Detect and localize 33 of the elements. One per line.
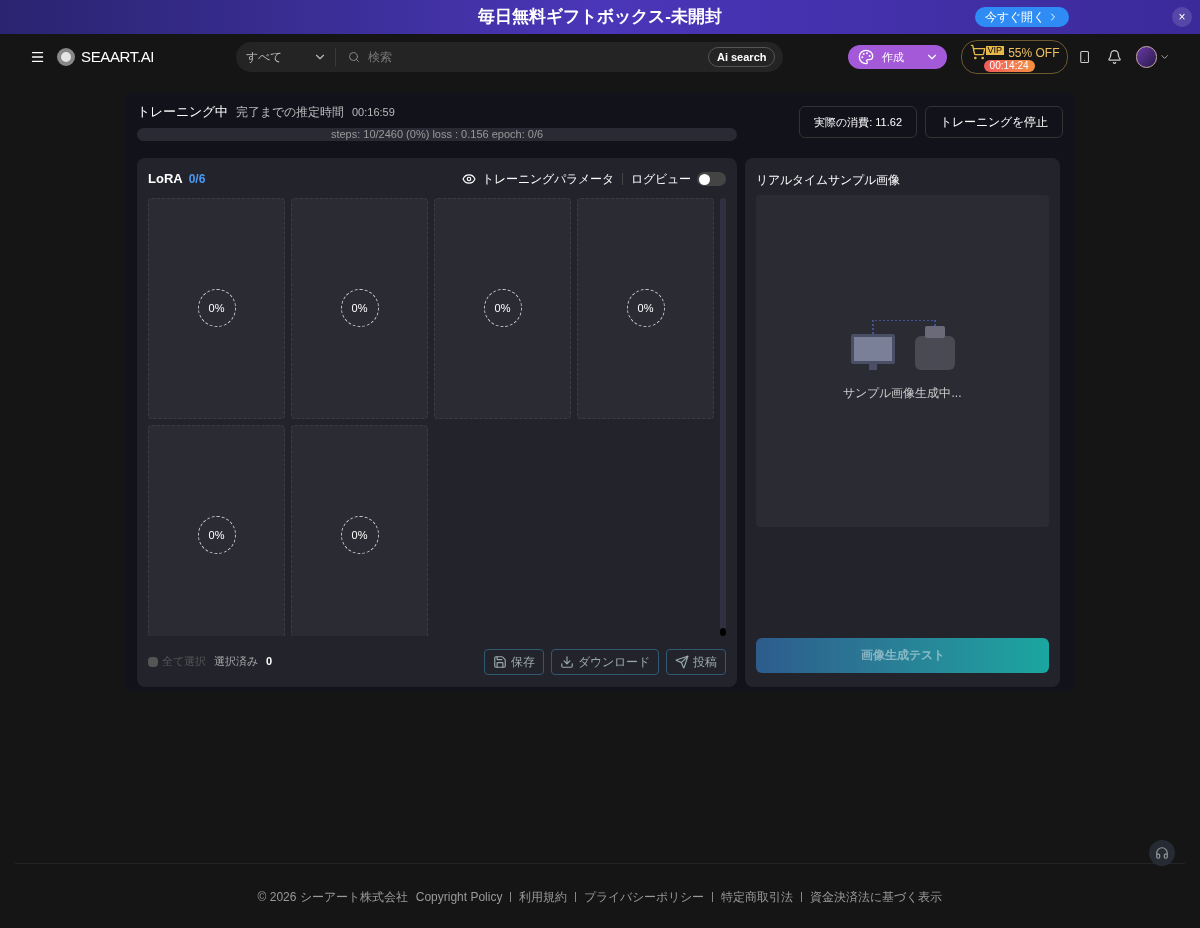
eta-time: 00:16:59 — [352, 105, 395, 120]
selected-label: 選択済み — [214, 654, 258, 670]
lora-title: LoRA — [148, 170, 183, 189]
create-button[interactable]: 作成 — [848, 45, 947, 69]
close-button[interactable]: × — [1172, 7, 1192, 27]
post-button[interactable]: 投稿 — [666, 648, 726, 675]
copyright-text: © 2026 シーアート株式会社 — [257, 889, 408, 906]
log-view-label: ログビュー — [631, 171, 691, 188]
eta-label: 完了までの推定時間 — [236, 104, 344, 121]
footer-link[interactable]: Copyright Policy — [415, 888, 503, 906]
banner-title: 毎日無料ギフトボックス-未開封 — [478, 6, 722, 29]
sample-title: リアルタイムサンプル画像 — [756, 171, 901, 189]
stop-training-button[interactable]: トレーニングを停止 — [925, 106, 1063, 138]
discount-label: 55% OFF — [1008, 45, 1060, 61]
search-input[interactable]: 検索 — [368, 48, 708, 66]
footer-link[interactable]: 資金決済法に基づく表示 — [810, 888, 943, 906]
training-status: トレーニング中 — [137, 103, 228, 121]
generating-status: サンプル画像生成中... — [843, 384, 962, 402]
selected-count: 0 — [266, 654, 273, 670]
logo-text[interactable]: SEAART.AI — [81, 45, 155, 69]
progress-text: steps: 10/2460 (0%) loss : 0.156 epoch: 0/6 — [330, 128, 544, 140]
footer-link[interactable]: 特定商取引法 — [721, 888, 794, 906]
save-button[interactable]: 保存 — [484, 648, 544, 675]
create-label: 作成 — [882, 49, 906, 65]
vip-badge: VIP — [985, 46, 1005, 55]
cost-display: 実際の消費: 11.62 — [799, 106, 917, 138]
training-params-link[interactable]: トレーニングパラメータ — [482, 170, 614, 188]
promo-button[interactable]: VIP 55% OFF 00:14:24 — [960, 40, 1069, 74]
footer-link[interactable]: プライバシーポリシー — [584, 888, 705, 906]
download-button[interactable]: ダウンロード — [551, 648, 659, 675]
lora-count: 0/6 — [188, 171, 206, 188]
footer-link[interactable]: 利用規約 — [519, 888, 568, 906]
countdown-timer: 00:14:24 — [983, 60, 1035, 72]
